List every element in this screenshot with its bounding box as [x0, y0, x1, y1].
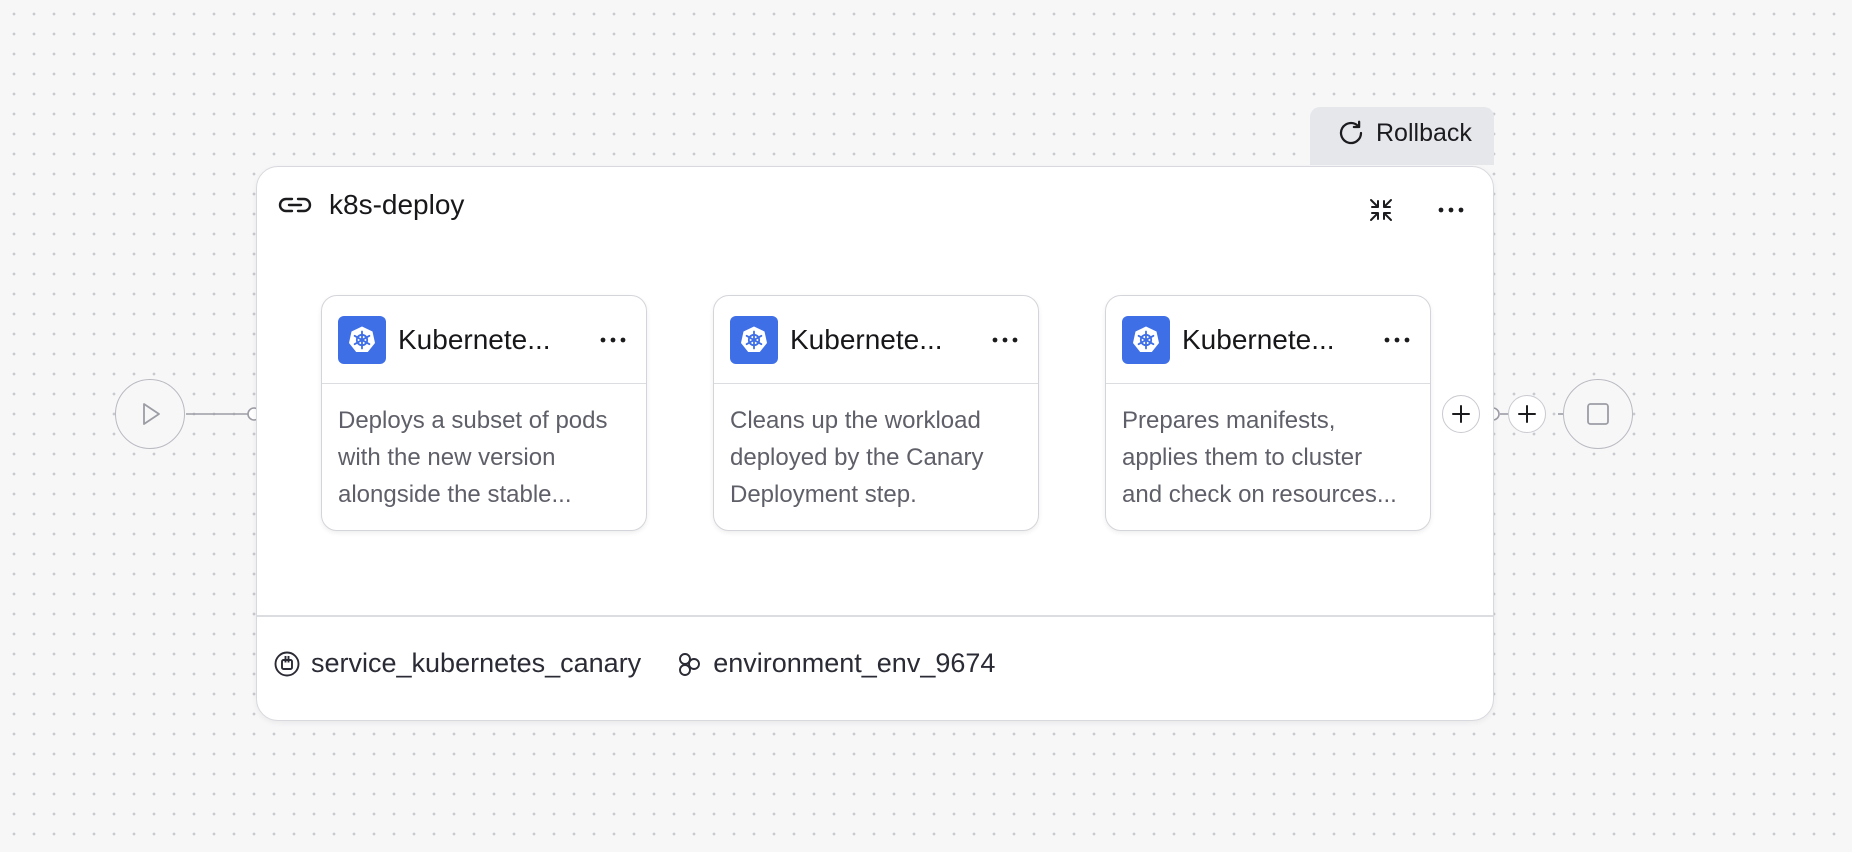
add-stage-button[interactable] [1508, 395, 1546, 433]
more-horizontal-icon [600, 337, 626, 342]
more-horizontal-icon [1438, 207, 1464, 213]
environment-icon [679, 652, 701, 676]
step-title: Kubernete... [398, 323, 551, 355]
step-more-button[interactable] [1380, 326, 1414, 354]
step-card[interactable]: Kubernete... Cleans up the workload depl… [713, 295, 1039, 531]
refresh-icon [1339, 120, 1363, 145]
kubernetes-icon [338, 315, 386, 364]
more-horizontal-icon [992, 337, 1018, 342]
stage-more-button[interactable] [1433, 195, 1469, 225]
rollback-label: Rollback [1376, 118, 1472, 147]
step-title: Kubernete... [790, 323, 943, 355]
kubernetes-icon [1122, 315, 1170, 364]
stage-header: k8s-deploy [275, 189, 464, 221]
step-description: Deploys a subset of pods with the new ve… [322, 384, 646, 514]
step-description-line: and check on resources... [1122, 481, 1397, 508]
pipeline-canvas: Rollback k8s-deploy service_kubernetes_c… [0, 0, 1852, 852]
step-description: Prepares manifests, applies them to clus… [1106, 384, 1430, 514]
environment-chip[interactable]: environment_env_9674 [675, 648, 995, 679]
step-header: Kubernete... [714, 296, 1038, 384]
step-header: Kubernete... [322, 296, 646, 384]
collapse-button[interactable] [1363, 195, 1399, 225]
step-more-button[interactable] [596, 326, 630, 354]
service-chip[interactable]: service_kubernetes_canary [273, 648, 641, 679]
stage-actions [1363, 195, 1469, 225]
step-description: Cleans up the workload deployed by the C… [714, 384, 1038, 514]
stage-footer: service_kubernetes_canary environment_en… [273, 648, 995, 679]
service-icon [274, 651, 300, 676]
step-title: Kubernete... [1182, 323, 1335, 355]
environment-label: environment_env_9674 [713, 648, 996, 678]
step-description-line: deployed by the Canary [730, 444, 984, 471]
step-description-line: Deploys a subset of pods [338, 407, 608, 434]
step-more-button[interactable] [988, 326, 1022, 354]
add-step-button[interactable] [1442, 395, 1480, 433]
step-description-line: alongside the stable... [338, 481, 572, 508]
step-header: Kubernete... [1106, 296, 1430, 384]
step-description-line: applies them to cluster [1122, 444, 1363, 471]
step-description-line: Deployment step. [730, 481, 917, 508]
stop-icon [1587, 403, 1609, 425]
pipeline-start-node[interactable] [115, 379, 185, 449]
stage-divider [257, 615, 1493, 617]
more-horizontal-icon [1384, 337, 1410, 342]
step-card[interactable]: Kubernete... Prepares manifests, applies… [1105, 295, 1431, 531]
stage-title: k8s-deploy [329, 189, 465, 220]
plus-icon [1452, 405, 1470, 423]
step-description-line: Cleans up the workload [730, 407, 981, 434]
link-icon [278, 197, 312, 213]
step-description-line: Prepares manifests, [1122, 407, 1336, 434]
kubernetes-icon [730, 315, 778, 364]
plus-icon [1518, 405, 1536, 423]
collapse-icon [1370, 199, 1392, 221]
play-icon [143, 403, 160, 425]
step-card[interactable]: Kubernete... Deploys a subset of pods wi… [321, 295, 647, 531]
step-description-line: with the new version [338, 444, 556, 471]
pipeline-end-node[interactable] [1563, 379, 1633, 449]
rollback-button[interactable]: Rollback [1310, 107, 1494, 165]
service-label: service_kubernetes_canary [311, 648, 642, 678]
